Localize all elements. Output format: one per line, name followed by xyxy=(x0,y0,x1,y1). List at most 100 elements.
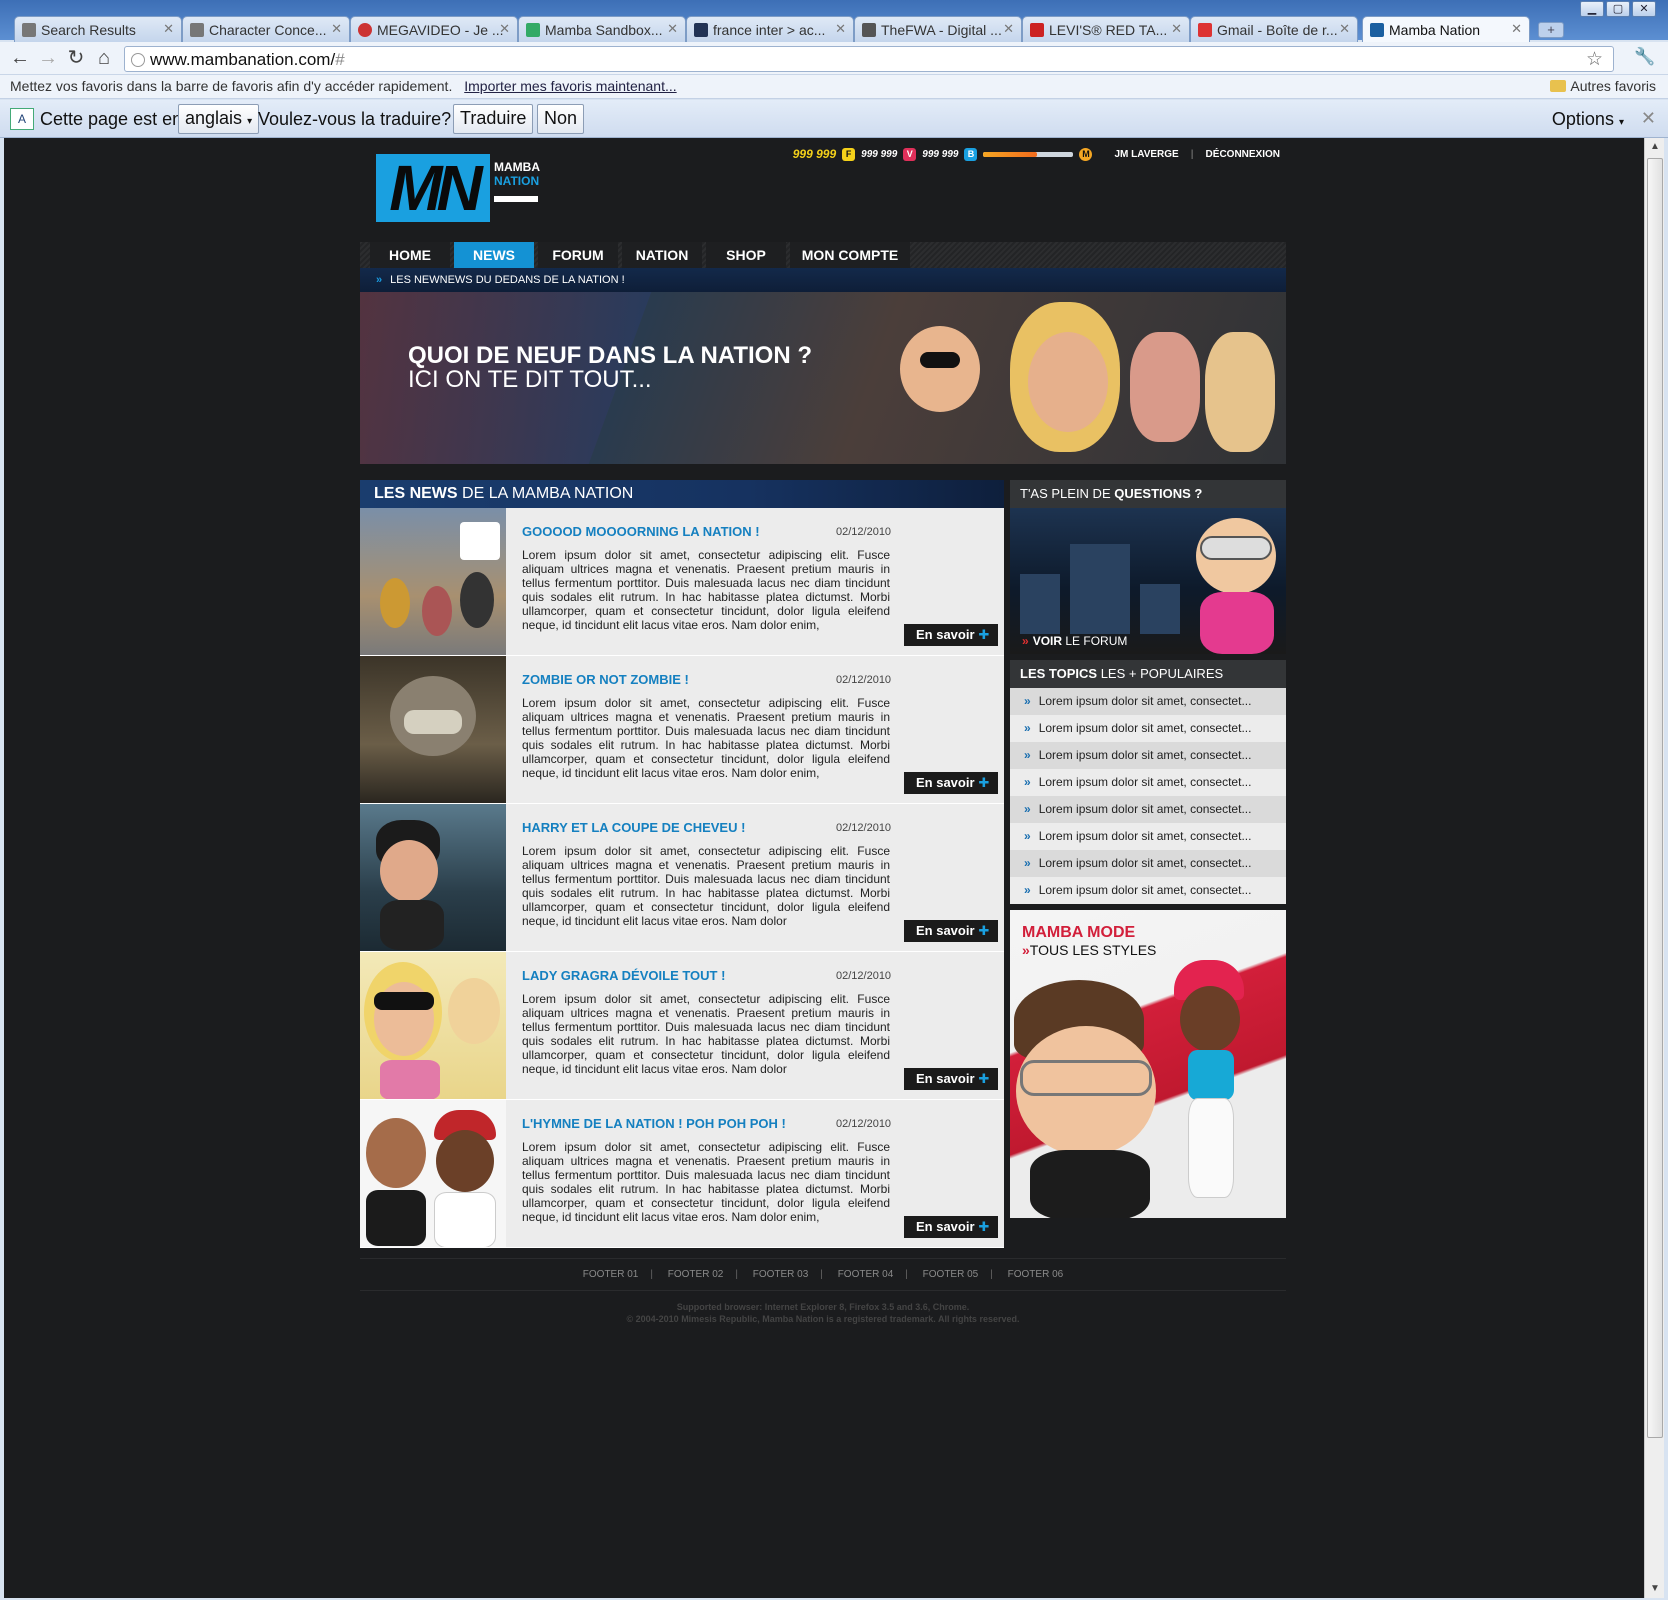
language-select[interactable]: anglais ▾ xyxy=(178,104,260,134)
home-icon[interactable]: ⌂ xyxy=(92,47,116,71)
browser-tab[interactable]: LEVI'S® RED TA... ✕ xyxy=(1022,16,1190,42)
read-more-button[interactable]: En savoir ✚ xyxy=(904,772,998,794)
news-thumbnail[interactable] xyxy=(360,952,506,1099)
nav-forum[interactable]: FORUM xyxy=(538,242,618,268)
nav-home[interactable]: HOME xyxy=(370,242,450,268)
topic-item[interactable]: » Lorem ipsum dolor sit amet, consectet..… xyxy=(1010,769,1286,796)
divider: | xyxy=(820,1269,823,1280)
footer-link[interactable]: FOOTER 04 xyxy=(838,1269,894,1280)
topic-item[interactable]: » Lorem ipsum dolor sit amet, consectet..… xyxy=(1010,715,1286,742)
browser-tab[interactable]: Mamba Sandbox... ✕ xyxy=(518,16,686,42)
reload-icon[interactable]: ↻ xyxy=(64,47,88,71)
footer-link[interactable]: FOOTER 02 xyxy=(668,1269,724,1280)
browser-tab[interactable]: TheFWA - Digital ... ✕ xyxy=(854,16,1022,42)
chevron-right-icon: » xyxy=(1022,634,1029,648)
browser-tab[interactable]: Gmail - Boîte de r... ✕ xyxy=(1190,16,1358,42)
browser-tab[interactable]: Search Results ✕ xyxy=(14,16,182,42)
topic-item[interactable]: » Lorem ipsum dolor sit amet, consectet..… xyxy=(1010,877,1286,904)
topic-item[interactable]: » Lorem ipsum dolor sit amet, consectet..… xyxy=(1010,823,1286,850)
news-title[interactable]: ZOMBIE OR NOT ZOMBIE ! xyxy=(522,672,689,687)
address-url: www.mambanation.com/ xyxy=(150,50,336,69)
news-column: LES NEWS DE LA MAMBA NATION GOOOOD MOOOO… xyxy=(360,480,1004,1248)
bookmark-star-icon[interactable]: ☆ xyxy=(1586,48,1603,71)
nav-shop[interactable]: SHOP xyxy=(706,242,786,268)
topic-item[interactable]: » Lorem ipsum dolor sit amet, consectet..… xyxy=(1010,688,1286,715)
chevron-right-icon: » xyxy=(1024,694,1031,708)
page-scrollbar[interactable]: ▲ ▼ xyxy=(1644,138,1664,1598)
tab-favicon-icon xyxy=(694,23,708,37)
news-title[interactable]: GOOOOD MOOOORNING LA NATION ! xyxy=(522,524,760,539)
tab-close-icon[interactable]: ✕ xyxy=(499,21,510,37)
footer-link[interactable]: FOOTER 05 xyxy=(923,1269,979,1280)
topic-item[interactable]: » Lorem ipsum dolor sit amet, consectet..… xyxy=(1010,850,1286,877)
copyright: © 2004-2010 Mimesis Republic, Mamba Nati… xyxy=(626,1314,1020,1324)
address-bar[interactable]: www.mambanation.com/# ☆ xyxy=(124,46,1614,72)
back-arrow-icon[interactable]: ← xyxy=(8,47,32,71)
no-translate-button[interactable]: Non xyxy=(537,104,585,134)
mamba-mode-promo[interactable]: MAMBA MODE »TOUS LES STYLES xyxy=(1010,910,1286,1218)
news-item: L'HYMNE DE LA NATION ! POH POH POH ! 02/… xyxy=(360,1100,1004,1248)
teeth xyxy=(404,710,462,734)
tab-close-icon[interactable]: ✕ xyxy=(1511,21,1522,37)
footer-link[interactable]: FOOTER 06 xyxy=(1008,1269,1064,1280)
plus-icon: ✚ xyxy=(978,1071,990,1086)
tab-close-icon[interactable]: ✕ xyxy=(1003,21,1014,37)
forward-arrow-icon[interactable]: → xyxy=(36,47,60,71)
infobar-close-icon[interactable]: ✕ xyxy=(1641,108,1656,129)
browser-tab[interactable]: Character Conce... ✕ xyxy=(182,16,350,42)
user-name-link[interactable]: JM LAVERGE xyxy=(1114,149,1178,160)
forum-promo[interactable]: » VOIR LE FORUM xyxy=(1010,508,1286,654)
nav-mon-compte[interactable]: MON COMPTE xyxy=(790,242,910,268)
news-thumbnail[interactable] xyxy=(360,804,506,951)
import-bookmarks-link[interactable]: Importer mes favoris maintenant... xyxy=(464,78,676,94)
supported-browsers: Supported browser: Internet Explorer 8, … xyxy=(676,1302,970,1312)
translate-options-button[interactable]: Options ▾ xyxy=(1552,109,1624,130)
other-bookmarks-button[interactable]: Autres favoris xyxy=(1550,78,1656,94)
bookmarks-message: Mettez vos favoris dans la barre de favo… xyxy=(10,78,453,94)
new-tab-button[interactable]: + xyxy=(1538,22,1564,38)
news-item: LADY GRAGRA DÉVOILE TOUT ! 02/12/2010 Lo… xyxy=(360,952,1004,1100)
read-more-button[interactable]: En savoir ✚ xyxy=(904,1216,998,1238)
browser-tab[interactable]: MEGAVIDEO - Je ... ✕ xyxy=(350,16,518,42)
news-thumbnail[interactable] xyxy=(360,508,506,655)
mamba-nation-logo[interactable]: MN MAMBA NATION xyxy=(376,154,540,222)
read-more-button[interactable]: En savoir ✚ xyxy=(904,1068,998,1090)
news-title[interactable]: L'HYMNE DE LA NATION ! POH POH POH ! xyxy=(522,1116,786,1131)
news-title[interactable]: HARRY ET LA COUPE DE CHEVEU ! xyxy=(522,820,745,835)
logo-bar xyxy=(494,196,538,202)
topic-item[interactable]: » Lorem ipsum dolor sit amet, consectet..… xyxy=(1010,796,1286,823)
top xyxy=(1188,1050,1234,1100)
browser-tab-active[interactable]: Mamba Nation ✕ xyxy=(1362,16,1530,43)
window-close-icon[interactable]: ✕ xyxy=(1632,1,1656,17)
read-more-button[interactable]: En savoir ✚ xyxy=(904,920,998,942)
news-thumbnail[interactable] xyxy=(360,1100,506,1247)
browser-tab[interactable]: france inter > ac... ✕ xyxy=(686,16,854,42)
nav-news[interactable]: NEWS xyxy=(454,242,534,268)
news-thumbnail[interactable] xyxy=(360,656,506,803)
nav-nation[interactable]: NATION xyxy=(622,242,702,268)
footer-link[interactable]: FOOTER 01 xyxy=(583,1269,639,1280)
read-more-button[interactable]: En savoir ✚ xyxy=(904,624,998,646)
plus-icon: ✚ xyxy=(978,923,990,938)
tab-close-icon[interactable]: ✕ xyxy=(1171,21,1182,37)
maximize-icon[interactable]: ▢ xyxy=(1606,1,1630,17)
tab-close-icon[interactable]: ✕ xyxy=(163,21,174,37)
tab-close-icon[interactable]: ✕ xyxy=(1339,21,1350,37)
topic-item[interactable]: » Lorem ipsum dolor sit amet, consectet..… xyxy=(1010,742,1286,769)
scroll-up-icon[interactable]: ▲ xyxy=(1645,138,1665,156)
billboard xyxy=(460,522,500,560)
scroll-down-icon[interactable]: ▼ xyxy=(1645,1580,1665,1598)
tab-close-icon[interactable]: ✕ xyxy=(835,21,846,37)
minimize-icon[interactable]: ▁ xyxy=(1580,1,1604,17)
wrench-icon[interactable]: 🔧 xyxy=(1634,47,1655,67)
tab-close-icon[interactable]: ✕ xyxy=(667,21,678,37)
tab-close-icon[interactable]: ✕ xyxy=(331,21,342,37)
logout-link[interactable]: DÉCONNEXION xyxy=(1206,149,1280,160)
page-viewport: MN MAMBA NATION 999 999 F 999 999 V 999 9… xyxy=(4,138,1644,1598)
view-forum-link[interactable]: » VOIR LE FORUM xyxy=(1022,634,1127,648)
news-title[interactable]: LADY GRAGRA DÉVOILE TOUT ! xyxy=(522,968,725,983)
footer-link[interactable]: FOOTER 03 xyxy=(753,1269,809,1280)
scrollbar-thumb[interactable] xyxy=(1647,158,1663,1438)
news-body: Lorem ipsum dolor sit amet, consectetur … xyxy=(522,696,890,780)
translate-button[interactable]: Traduire xyxy=(453,104,534,134)
